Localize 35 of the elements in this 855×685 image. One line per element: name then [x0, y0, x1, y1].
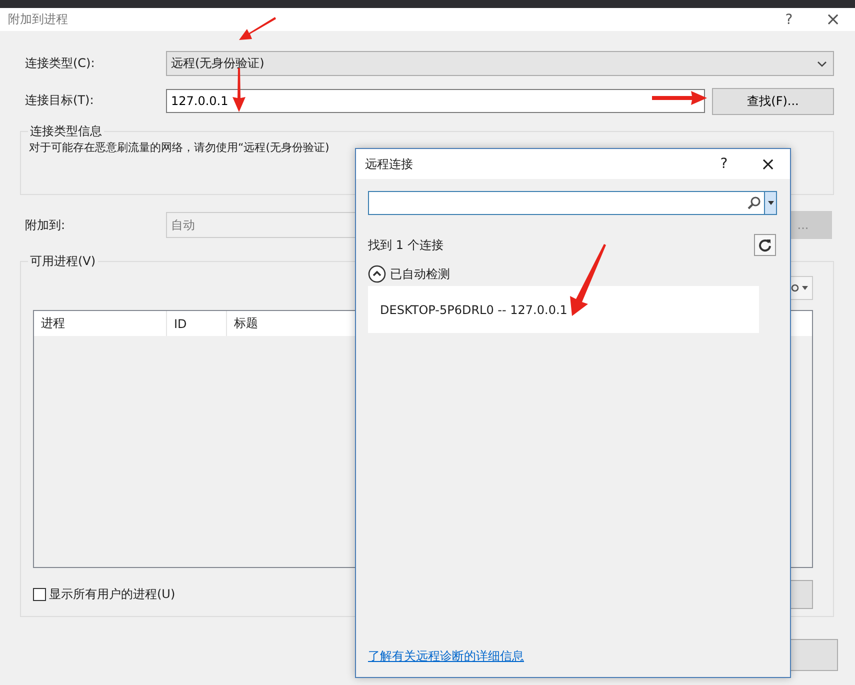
search-field[interactable] — [368, 191, 777, 215]
group-title: 可用进程(V) — [28, 253, 98, 270]
group-title: 连接类型信息 — [28, 123, 104, 140]
field-label: 附加到: — [24, 216, 66, 234]
help-button[interactable]: ? — [702, 156, 746, 172]
close-button[interactable]: × — [746, 154, 790, 174]
column-header[interactable]: 进程 — [34, 311, 167, 336]
help-button[interactable]: ? — [767, 12, 811, 28]
field-label: 连接类型(C): — [24, 55, 96, 72]
circle-icon — [790, 284, 798, 292]
result-count: 找到 1 个连接 — [368, 236, 444, 254]
annotation-arrow — [652, 90, 708, 106]
collapse-icon[interactable] — [368, 265, 386, 283]
connection-item[interactable]: DESKTOP-5P6DRL0 -- 127.0.0.1 — [368, 286, 759, 333]
connection-type-dropdown[interactable]: 远程(无身份验证) — [166, 51, 834, 76]
dialog-title: 远程连接 — [365, 156, 414, 172]
caret-icon — [817, 60, 827, 66]
annotation-arrow — [231, 68, 247, 112]
help-link[interactable]: 了解有关远程诊断的详细信息 — [368, 648, 524, 665]
checkbox[interactable] — [33, 588, 46, 601]
window-title: 附加到进程 — [8, 11, 69, 28]
close-button[interactable]: × — [811, 9, 855, 30]
find-button[interactable]: 查找(F)... — [712, 88, 834, 115]
connection-target-field[interactable]: 127.0.0.1 — [166, 88, 705, 112]
search-icon — [747, 196, 761, 210]
checkbox-label: 显示所有用户的进程(U) — [49, 586, 176, 603]
info-text: 对于可能存在恶意刷流量的网络，请勿使用“远程(无身份验证) — [29, 140, 330, 155]
refresh-icon — [758, 238, 772, 252]
refresh-button[interactable] — [754, 234, 776, 256]
dropdown-button[interactable] — [764, 192, 776, 214]
caret-icon — [802, 286, 808, 290]
group-label: 已自动检测 — [390, 266, 450, 282]
column-header[interactable]: ID — [167, 311, 227, 336]
caret-icon — [768, 201, 774, 205]
field-label: 连接目标(T): — [24, 92, 95, 109]
